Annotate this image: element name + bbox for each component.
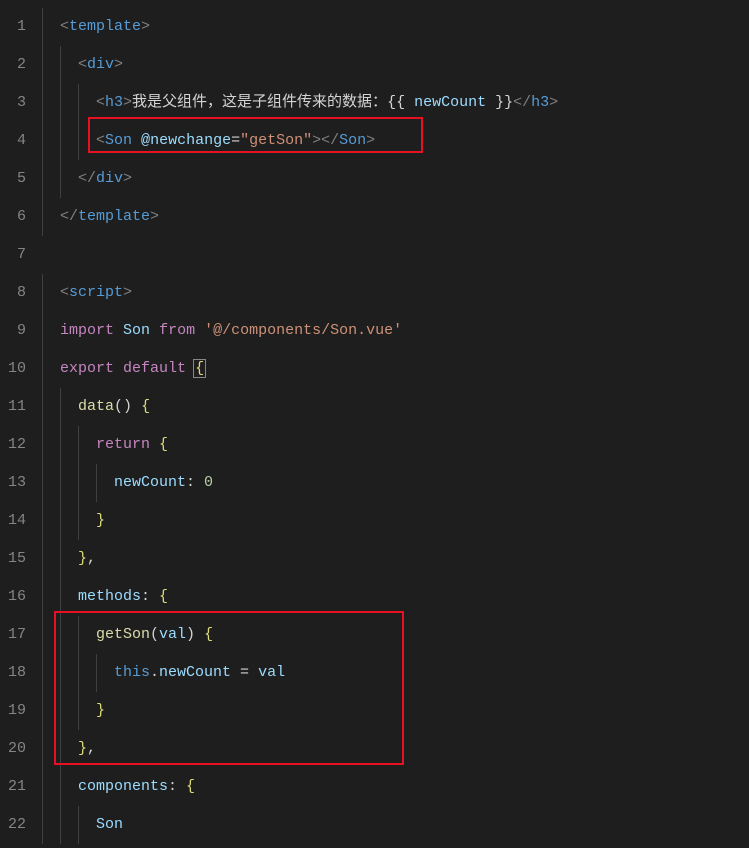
code-line[interactable]: data() { — [42, 388, 749, 426]
line-number: 22 — [8, 806, 26, 844]
line-number: 5 — [8, 160, 26, 198]
code-line[interactable]: <template> — [42, 8, 749, 46]
line-number: 19 — [8, 692, 26, 730]
line-number: 4 — [8, 122, 26, 160]
line-number: 18 — [8, 654, 26, 692]
line-number: 12 — [8, 426, 26, 464]
line-number: 6 — [8, 198, 26, 236]
code-line[interactable]: } — [42, 502, 749, 540]
code-line[interactable]: import Son from '@/components/Son.vue' — [42, 312, 749, 350]
code-line[interactable]: <div> — [42, 46, 749, 84]
code-line[interactable]: }, — [42, 730, 749, 768]
code-line[interactable]: <Son @newchange="getSon"></Son> — [42, 122, 749, 160]
code-line[interactable]: }, — [42, 540, 749, 578]
line-number: 2 — [8, 46, 26, 84]
line-number: 11 — [8, 388, 26, 426]
code-area[interactable]: <template> <div> <h3>我是父组件，这是子组件传来的数据：{{… — [38, 0, 749, 848]
line-number: 17 — [8, 616, 26, 654]
bracket-match-icon: { — [193, 359, 206, 378]
line-number: 10 — [8, 350, 26, 388]
code-line[interactable]: getSon(val) { — [42, 616, 749, 654]
code-line[interactable]: this.newCount = val — [42, 654, 749, 692]
line-number-gutter: 1 2 3 4 5 6 7 8 9 10 11 12 13 14 15 16 1… — [0, 0, 38, 848]
line-number: 14 — [8, 502, 26, 540]
code-line[interactable]: newCount: 0 — [42, 464, 749, 502]
line-number: 21 — [8, 768, 26, 806]
code-line[interactable]: </div> — [42, 160, 749, 198]
line-number: 3 — [8, 84, 26, 122]
code-line[interactable]: } — [42, 692, 749, 730]
line-number: 16 — [8, 578, 26, 616]
line-number: 13 — [8, 464, 26, 502]
code-editor[interactable]: 1 2 3 4 5 6 7 8 9 10 11 12 13 14 15 16 1… — [0, 0, 749, 848]
code-line[interactable]: </template> — [42, 198, 749, 236]
code-line[interactable]: export default { — [42, 350, 749, 388]
code-line[interactable]: components: { — [42, 768, 749, 806]
line-number: 9 — [8, 312, 26, 350]
line-number: 15 — [8, 540, 26, 578]
code-line[interactable]: return { — [42, 426, 749, 464]
line-number: 20 — [8, 730, 26, 768]
code-line[interactable] — [42, 236, 749, 274]
line-number: 8 — [8, 274, 26, 312]
line-number: 1 — [8, 8, 26, 46]
code-line[interactable]: methods: { — [42, 578, 749, 616]
code-line[interactable]: <h3>我是父组件，这是子组件传来的数据：{{ newCount }}</h3> — [42, 84, 749, 122]
code-line[interactable]: <script> — [42, 274, 749, 312]
code-line[interactable]: Son — [42, 806, 749, 844]
line-number: 7 — [8, 236, 26, 274]
